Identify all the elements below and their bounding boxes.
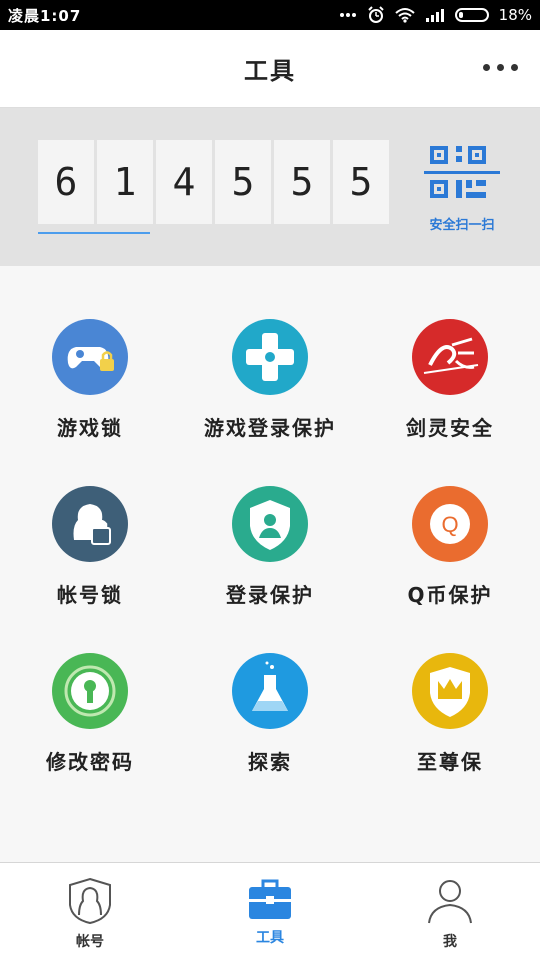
signal-icon [425, 8, 445, 22]
battery-percent: 18% [498, 6, 532, 24]
token-digit: 5 [333, 140, 389, 224]
tool-label: 探索 [248, 750, 292, 774]
tool-account-lock[interactable]: 帐号锁 [0, 433, 180, 607]
status-bar: 凌晨1:07 18% [0, 0, 540, 30]
jianling-logo-icon [412, 319, 488, 395]
avatar-lock-icon [52, 486, 128, 562]
nav-me[interactable]: 我 [390, 877, 510, 951]
tool-supreme-protect[interactable]: 至尊保 [360, 600, 540, 774]
page-title: 工具 [244, 57, 296, 85]
status-icons: 18% [339, 6, 532, 24]
keyhole-icon [52, 653, 128, 729]
nav-label: 我 [443, 934, 457, 950]
flask-icon [232, 653, 308, 729]
alarm-icon [367, 6, 385, 24]
tool-label: 修改密码 [46, 750, 134, 774]
person-icon [427, 880, 473, 929]
tool-label: 至尊保 [417, 750, 483, 774]
token-panel: 6 1 4 5 5 5 安全扫一扫 [0, 108, 540, 266]
tool-game-login-protect[interactable]: 游戏登录保护 [180, 266, 360, 440]
account-shield-icon [67, 877, 113, 929]
token-digits: 6 1 4 5 5 5 [38, 140, 389, 224]
title-bar: 工具 [0, 30, 540, 108]
tools-grid: 游戏锁 游戏登录保护 剑灵安全 帐号锁 登录保护 Q Q币保护 修改密码 探索 … [0, 266, 540, 862]
nav-account[interactable]: 帐号 [30, 877, 150, 951]
qr-code-icon [424, 146, 500, 212]
tool-jianling-security[interactable]: 剑灵安全 [360, 266, 540, 440]
dots-icon [339, 12, 357, 18]
dpad-icon [232, 319, 308, 395]
tool-explore[interactable]: 探索 [180, 600, 360, 774]
svg-text:Q: Q [441, 512, 458, 537]
token-digit: 5 [274, 140, 330, 224]
battery-icon [454, 8, 489, 22]
shield-user-icon [232, 486, 308, 562]
nav-label: 帐号 [76, 934, 104, 950]
token-digit: 6 [38, 140, 94, 224]
scan-label: 安全扫一扫 [429, 218, 495, 233]
token-progress [38, 232, 388, 234]
token-progress-fill [38, 232, 150, 234]
toolbox-icon [247, 879, 293, 925]
bottom-nav: 帐号 工具 我 [0, 862, 540, 960]
wifi-icon [394, 7, 415, 23]
token-digit: 1 [97, 140, 153, 224]
crown-shield-icon [412, 653, 488, 729]
more-dots-icon[interactable] [483, 64, 518, 71]
token-digit: 4 [156, 140, 212, 224]
status-time: 凌晨1:07 [8, 6, 82, 25]
nav-tools[interactable]: 工具 [210, 877, 330, 947]
tool-qcoin-protect[interactable]: Q Q币保护 [360, 433, 540, 607]
tool-login-protect[interactable]: 登录保护 [180, 433, 360, 607]
gamepad-lock-icon [52, 319, 128, 395]
nav-label: 工具 [256, 930, 284, 946]
token-digit: 5 [215, 140, 271, 224]
tool-game-lock[interactable]: 游戏锁 [0, 266, 180, 440]
tool-change-password[interactable]: 修改密码 [0, 600, 180, 774]
scan-button[interactable]: 安全扫一扫 [424, 142, 500, 238]
qcoin-icon: Q [412, 486, 488, 562]
